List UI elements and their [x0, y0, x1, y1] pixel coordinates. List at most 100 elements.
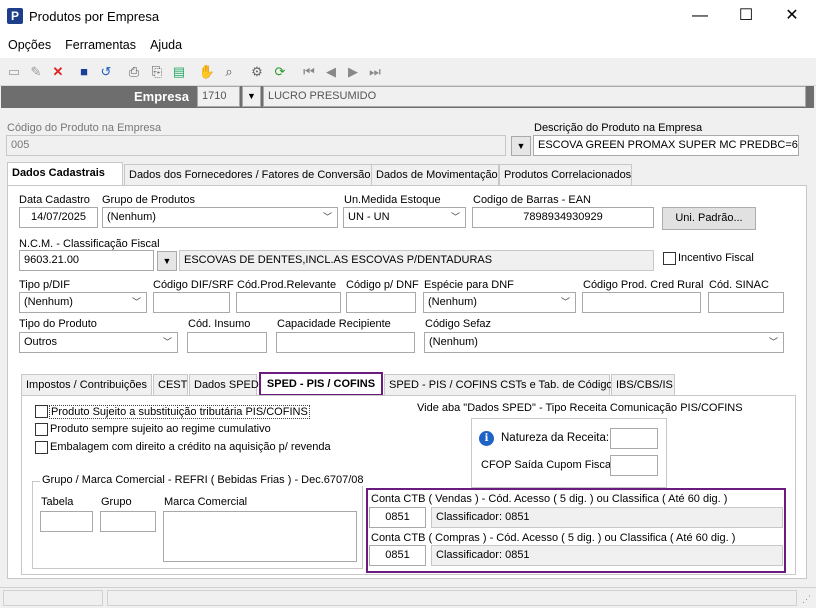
tab-cest[interactable]: CEST	[153, 374, 188, 396]
st-pis-cofins-label: Produto Sujeito a substituição tributári…	[49, 405, 310, 419]
menu-bar: Opções Ferramentas Ajuda	[0, 32, 816, 58]
tabela-field[interactable]	[40, 511, 93, 532]
title-bar: P Produtos por Empresa — ☐ ✕	[0, 0, 816, 32]
grupo-produtos-value: (Nenhum)	[107, 211, 156, 223]
ean-field[interactable]: 7898934930929	[472, 207, 654, 228]
new-icon[interactable]: ▭	[5, 63, 23, 81]
grupo-produtos-select[interactable]: (Nenhum) ﹀	[102, 207, 338, 228]
codigo-dnf-field[interactable]	[346, 292, 416, 313]
menu-ferramentas[interactable]: Ferramentas	[57, 32, 139, 52]
tab-correlacionados[interactable]: Produtos Correlacionados	[499, 164, 632, 186]
edit-icon[interactable]: ✎	[27, 63, 45, 81]
search-icon[interactable]: ⌕	[220, 63, 238, 81]
empresa-bar: Empresa 1710 ▼ LUCRO PRESUMIDO	[1, 86, 814, 108]
export-icon[interactable]: ▤	[170, 63, 188, 81]
regime-cumulativo-checkbox[interactable]	[35, 423, 48, 436]
tab-movimentacao[interactable]: Dados de Movimentação	[371, 164, 499, 186]
print-icon[interactable]: ⎙	[125, 63, 143, 81]
print-preview-icon[interactable]: ⎘	[148, 63, 166, 81]
descricao-produto-field[interactable]: ESCOVA GREEN PROMAX SUPER MC PREDBC=65%	[533, 135, 799, 156]
capacidade-label: Capacidade Recipiente	[277, 318, 391, 330]
close-button[interactable]: ✕	[769, 0, 815, 32]
ctb-compras-code-field[interactable]: 0851	[369, 545, 426, 566]
tabela-label: Tabela	[41, 496, 74, 508]
tab-ibs-cbs-is[interactable]: IBS/CBS/IS	[611, 374, 675, 396]
first-icon[interactable]: ⏮	[300, 63, 318, 81]
tab-sped-csts[interactable]: SPED - PIS / COFINS CSTs e Tab. de Códig…	[384, 374, 618, 396]
tab-fornecedores[interactable]: Dados dos Fornecedores / Fatores de Conv…	[124, 164, 373, 186]
especie-dnf-label: Espécie para DNF	[424, 279, 514, 291]
grupo-field[interactable]	[100, 511, 156, 532]
natureza-receita-label: Natureza da Receita:	[501, 432, 610, 444]
st-pis-cofins-checkbox[interactable]	[35, 405, 48, 418]
grupo-label: Grupo	[101, 496, 132, 508]
maximize-button[interactable]: ☐	[723, 0, 769, 32]
info-icon: i	[479, 431, 494, 446]
window-title: Produtos por Empresa	[29, 9, 160, 24]
tab-sped-pis-cofins[interactable]: SPED - PIS / COFINS	[259, 372, 383, 396]
ncm-dropdown-button[interactable]: ▼	[157, 251, 177, 271]
prev-icon[interactable]: ◀	[322, 63, 340, 81]
embalagem-credito-checkbox[interactable]	[35, 441, 48, 454]
ncm-field[interactable]: 9603.21.00	[19, 250, 154, 271]
marca-comercial-label: Marca Comercial	[164, 496, 248, 508]
settings-icon[interactable]: ⚙	[248, 63, 266, 81]
codigo-dif-field[interactable]	[153, 292, 230, 313]
sefaz-value: (Nenhum)	[429, 336, 478, 348]
sefaz-select[interactable]: (Nenhum) ﹀	[424, 332, 784, 353]
vide-aba-note: Vide aba "Dados SPED" - Tipo Receita Com…	[417, 402, 743, 414]
data-cadastro-label: Data Cadastro	[19, 194, 90, 206]
chevron-down-icon: ﹀	[162, 337, 172, 347]
sinac-label: Cód. SINAC	[709, 279, 769, 291]
menu-opcoes[interactable]: Opções	[0, 32, 54, 52]
empresa-code-field[interactable]: 1710	[197, 86, 240, 107]
resize-grip-icon[interactable]: ⋰	[802, 594, 811, 605]
insumo-field[interactable]	[187, 332, 267, 353]
data-cadastro-field[interactable]: 14/07/2025	[19, 207, 98, 228]
tipo-dif-select[interactable]: (Nenhum) ﹀	[19, 292, 147, 313]
cred-rural-field[interactable]	[582, 292, 701, 313]
uni-padrao-button[interactable]: Uni. Padrão...	[662, 207, 756, 230]
codigo-produto-dropdown-button[interactable]: ▼	[511, 136, 531, 156]
grupo-marca-title: Grupo / Marca Comercial - REFRI ( Bebida…	[40, 474, 366, 486]
cod-relevante-label: Cód.Prod.Relevante	[237, 279, 337, 291]
chevron-down-icon: ﹀	[560, 297, 570, 307]
ctb-vendas-classificador: Classificador: 0851	[431, 507, 783, 528]
cfop-field[interactable]	[610, 455, 658, 476]
insumo-label: Cód. Insumo	[188, 318, 251, 330]
last-icon[interactable]: ⏭	[366, 63, 384, 81]
minimize-button[interactable]: —	[677, 0, 723, 32]
natureza-receita-field[interactable]	[610, 428, 658, 449]
capacidade-field[interactable]	[276, 332, 415, 353]
tab-dados-sped[interactable]: Dados SPED	[189, 374, 259, 396]
tab-impostos[interactable]: Impostos / Contribuições	[21, 374, 152, 396]
sub-tabs: Impostos / Contribuições CEST Dados SPED…	[21, 372, 796, 396]
hand-icon[interactable]: ✋	[198, 63, 216, 81]
refresh-icon[interactable]: ⟳	[271, 63, 289, 81]
undo-icon[interactable]: ↺	[97, 63, 115, 81]
ctb-vendas-code-field[interactable]: 0851	[369, 507, 426, 528]
um-estoque-select[interactable]: UN - UN ﹀	[343, 207, 466, 228]
ctb-compras-label: Conta CTB ( Compras ) - Cód. Acesso ( 5 …	[371, 532, 736, 544]
chevron-down-icon: ﹀	[322, 212, 332, 222]
sinac-field[interactable]	[708, 292, 784, 313]
ctb-compras-classificador: Classificador: 0851	[431, 545, 783, 566]
marca-comercial-field[interactable]	[163, 511, 357, 562]
incentivo-fiscal-checkbox[interactable]	[663, 252, 676, 265]
codigo-produto-field[interactable]: 005	[6, 135, 506, 156]
delete-icon[interactable]: ✕	[49, 63, 67, 81]
save-icon[interactable]: ■	[75, 63, 93, 81]
status-panel-1	[3, 590, 103, 606]
status-bar: ⋰	[0, 587, 816, 608]
tab-dados-cadastrais[interactable]: Dados Cadastrais	[7, 162, 123, 186]
menu-ajuda[interactable]: Ajuda	[142, 32, 185, 52]
app-logo-icon: P	[7, 8, 23, 24]
cod-relevante-field[interactable]	[236, 292, 341, 313]
next-icon[interactable]: ▶	[344, 63, 362, 81]
tipo-produto-select[interactable]: Outros ﹀	[19, 332, 178, 353]
chevron-down-icon: ﹀	[768, 337, 778, 347]
tipo-produto-value: Outros	[24, 336, 58, 348]
especie-dnf-select[interactable]: (Nenhum) ﹀	[423, 292, 576, 313]
um-estoque-label: Un.Medida Estoque	[344, 194, 441, 206]
empresa-dropdown-button[interactable]: ▼	[242, 86, 261, 107]
